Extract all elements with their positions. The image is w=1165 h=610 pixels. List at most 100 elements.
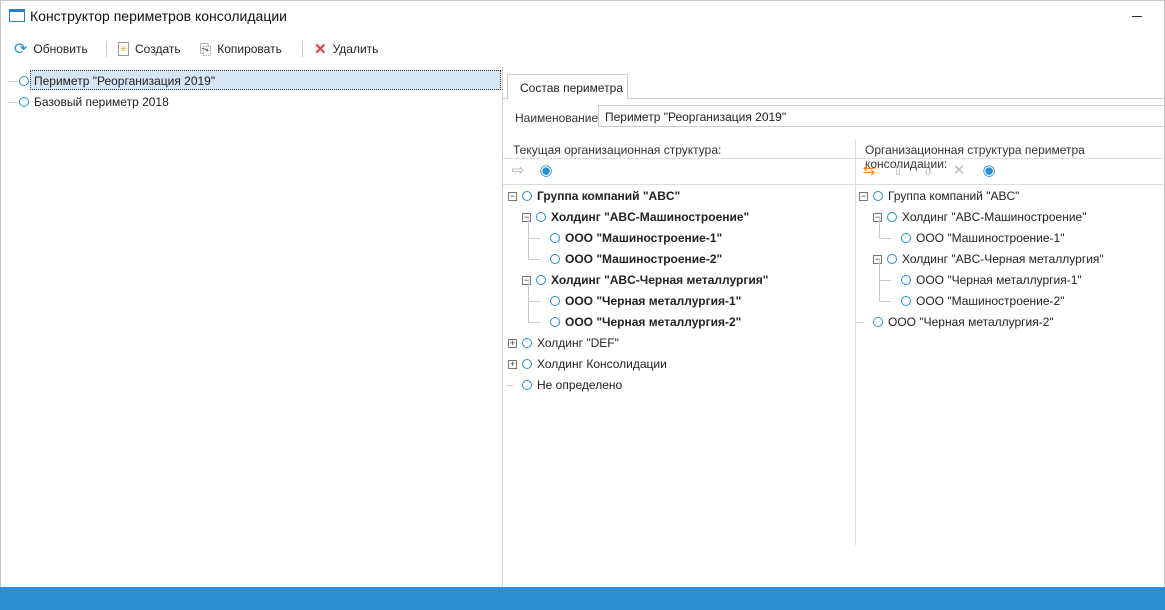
sync-icon[interactable]: ⇆: [861, 163, 877, 179]
tree-line: [879, 280, 891, 281]
tree-line: [879, 238, 891, 239]
tree-node[interactable]: Холдинг "ABC-Черная металлургия": [536, 271, 768, 289]
perimeter-label: Периметр "Реорганизация 2019": [34, 74, 216, 88]
name-input[interactable]: Периметр "Реорганизация 2019": [598, 105, 1165, 127]
delete-button[interactable]: ✕ Удалить: [314, 40, 378, 58]
tree-node[interactable]: ООО "Машиностроение-2": [901, 292, 1064, 310]
name-label: Наименование: [515, 111, 599, 125]
tree-node[interactable]: ООО "Машиностроение-1": [550, 229, 722, 247]
tree-node-label: Не определено: [537, 378, 623, 392]
new-document-icon: ✳: [118, 42, 129, 56]
delete-icon: ✕: [314, 41, 327, 58]
node-circle-icon: [901, 296, 911, 306]
node-circle-icon: [873, 191, 883, 201]
node-circle-icon: [19, 97, 29, 107]
tree-node[interactable]: ООО "Черная металлургия-2": [873, 313, 1054, 331]
expander-collapse-icon[interactable]: −: [873, 255, 882, 264]
tree-node[interactable]: ООО "Машиностроение-2": [550, 250, 722, 268]
window-title: Конструктор периметров консолидации: [30, 8, 287, 24]
tree-line: [528, 322, 540, 323]
perimeter-structure-header: Организационная структура периметра конс…: [865, 143, 1085, 171]
tree-node[interactable]: ООО "Черная металлургия-1": [550, 292, 741, 310]
perimeter-item[interactable]: Базовый периметр 2018: [19, 93, 169, 111]
tree-node[interactable]: ООО "Черная металлургия-2": [550, 313, 741, 331]
tree-node-label: Холдинг "ABC-Черная металлургия": [902, 252, 1104, 266]
tree-line: [528, 218, 529, 238]
delete-label: Удалить: [332, 42, 379, 56]
copy-icon: ⎘: [200, 40, 212, 57]
tree-node[interactable]: Группа компаний "ABC": [873, 187, 1019, 205]
tree-line: [879, 260, 880, 280]
refresh-label: Обновить: [33, 42, 88, 56]
remove-icon[interactable]: ✕: [951, 163, 967, 179]
tree-node-label: Холдинг "ABC-Машиностроение": [551, 210, 750, 224]
status-bar: [0, 587, 1165, 610]
tree-node[interactable]: ООО "Черная металлургия-1": [901, 271, 1082, 289]
tab-perimeter-composition[interactable]: Состав периметра: [507, 74, 628, 99]
tree-node-label: ООО "Черная металлургия-1": [565, 294, 742, 308]
tree-node[interactable]: Холдинг Консолидации: [522, 355, 667, 373]
node-circle-icon: [901, 275, 911, 285]
eye-icon[interactable]: ◉: [981, 163, 997, 179]
node-circle-icon: [550, 317, 560, 327]
expander-collapse-icon[interactable]: −: [522, 213, 531, 222]
tree-node-label: ООО "Машиностроение-2": [565, 252, 723, 266]
refresh-icon: ⟳: [14, 41, 28, 58]
tree-node[interactable]: Не определено: [522, 376, 622, 394]
expander-expand-icon[interactable]: +: [508, 339, 517, 348]
tree-line: [528, 238, 540, 239]
tree-node-label: Холдинг "ABC-Черная металлургия": [551, 273, 769, 287]
current-structure-header: Текущая организационная структура:: [513, 143, 722, 157]
move-down-icon[interactable]: ⇩: [920, 163, 936, 179]
arrow-right-icon[interactable]: ⇨: [510, 163, 526, 179]
minimize-button[interactable]: [1130, 8, 1144, 22]
tree-node-label: ООО "Машиностроение-1": [916, 231, 1065, 245]
move-up-icon[interactable]: ⇧: [890, 163, 906, 179]
node-circle-icon: [550, 296, 560, 306]
node-circle-icon: [550, 254, 560, 264]
tree-line: [857, 322, 864, 323]
tree-node[interactable]: Холдинг "DEF": [522, 334, 619, 352]
node-circle-icon: [522, 191, 532, 201]
refresh-button[interactable]: ⟳ Обновить: [14, 40, 88, 58]
tree-line: [528, 239, 529, 259]
node-circle-icon: [887, 212, 897, 222]
tree-node[interactable]: Группа компаний "ABC": [522, 187, 680, 205]
app-icon: [9, 9, 25, 22]
copy-button[interactable]: ⎘ Копировать: [200, 40, 282, 58]
create-button[interactable]: ✳ Создать: [118, 40, 181, 58]
toolbar-separator: [106, 41, 107, 57]
tree-line: [528, 301, 540, 302]
divider: [503, 184, 1165, 185]
tree-node-label: ООО "Черная металлургия-2": [888, 315, 1054, 329]
node-circle-icon: [536, 275, 546, 285]
node-circle-icon: [536, 212, 546, 222]
tree-line: [8, 81, 17, 82]
eye-icon[interactable]: ◉: [538, 163, 554, 179]
tree-line: [879, 281, 880, 301]
expander-collapse-icon[interactable]: −: [859, 192, 868, 201]
pane-splitter[interactable]: [855, 139, 856, 545]
tree-node[interactable]: Холдинг "ABC-Черная металлургия": [887, 250, 1104, 268]
tree-node-label: Группа компаний "ABC": [537, 189, 681, 203]
expander-collapse-icon[interactable]: −: [508, 192, 517, 201]
tree-line: [8, 102, 17, 103]
tree-node-label: Холдинг "ABC-Машиностроение": [902, 210, 1087, 224]
create-label: Создать: [135, 42, 181, 56]
node-circle-icon: [19, 76, 29, 86]
tree-node-label: ООО "Машиностроение-2": [916, 294, 1065, 308]
expander-expand-icon[interactable]: +: [508, 360, 517, 369]
tree-node-label: ООО "Черная металлургия-2": [565, 315, 742, 329]
tree-line: [528, 302, 529, 322]
perimeter-item[interactable]: Периметр "Реорганизация 2019": [19, 72, 215, 90]
tree-node[interactable]: Холдинг "ABC-Машиностроение": [536, 208, 749, 226]
node-circle-icon: [887, 254, 897, 264]
expander-collapse-icon[interactable]: −: [873, 213, 882, 222]
expander-collapse-icon[interactable]: −: [522, 276, 531, 285]
tree-node[interactable]: Холдинг "ABC-Машиностроение": [887, 208, 1086, 226]
perimeter-label: Базовый периметр 2018: [34, 95, 169, 109]
tree-node-label: ООО "Машиностроение-1": [565, 231, 723, 245]
tree-node[interactable]: ООО "Машиностроение-1": [901, 229, 1064, 247]
tree-line: [879, 301, 891, 302]
node-circle-icon: [901, 233, 911, 243]
